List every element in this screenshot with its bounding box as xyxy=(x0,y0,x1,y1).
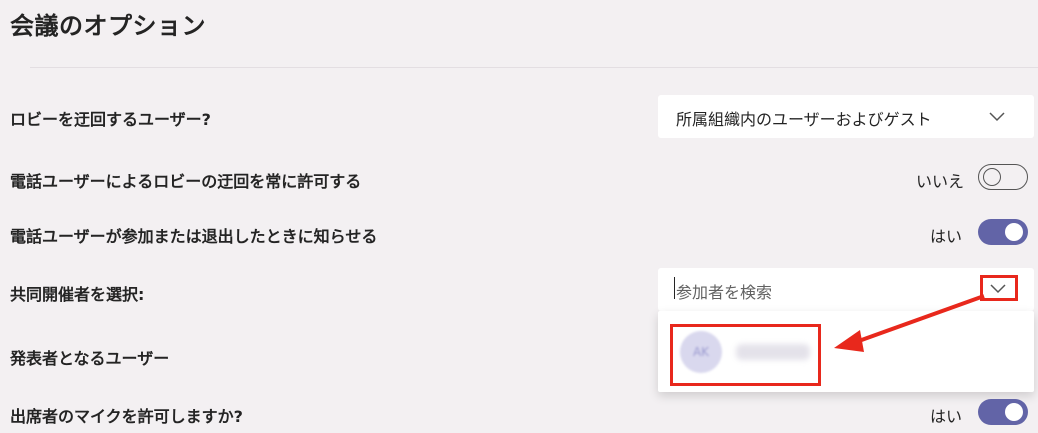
page-title: 会議のオプション xyxy=(10,12,206,40)
text-cursor xyxy=(674,277,675,299)
bypass-lobby-value: 所属組織内のユーザーおよびゲスト xyxy=(676,110,932,129)
toggle-knob xyxy=(1005,223,1023,241)
phone-notify-label: 電話ユーザーが参加または退出したときに知らせる xyxy=(10,227,378,246)
chevron-down-icon xyxy=(989,112,1005,122)
allow-mic-label: 出席者のマイクを許可しますか? xyxy=(10,407,243,426)
toggle-knob xyxy=(1005,403,1023,421)
allow-mic-state: はい xyxy=(930,407,963,426)
toggle-knob xyxy=(983,167,1001,186)
annotation-arrow-icon xyxy=(834,294,985,352)
chevron-down-icon[interactable] xyxy=(990,284,1006,294)
divider xyxy=(30,67,1038,68)
allow-mic-toggle[interactable] xyxy=(978,399,1028,425)
bypass-lobby-select[interactable]: 所属組織内のユーザーおよびゲスト xyxy=(658,95,1034,138)
annotation-highlight-participant xyxy=(670,324,821,386)
bypass-lobby-label: ロビーを迂回するユーザー? xyxy=(10,110,211,129)
phone-bypass-state: いいえ xyxy=(916,172,965,191)
presenters-label: 発表者となるユーザー xyxy=(10,349,170,368)
co-organizers-label: 共同開催者を選択: xyxy=(10,285,145,304)
phone-bypass-label: 電話ユーザーによるロビーの迂回を常に許可する xyxy=(10,172,362,191)
phone-bypass-toggle[interactable] xyxy=(978,164,1028,190)
co-organizers-search-input[interactable]: 参加者を検索 xyxy=(676,279,772,303)
phone-notify-toggle[interactable] xyxy=(978,219,1028,245)
phone-notify-state: はい xyxy=(930,227,963,246)
